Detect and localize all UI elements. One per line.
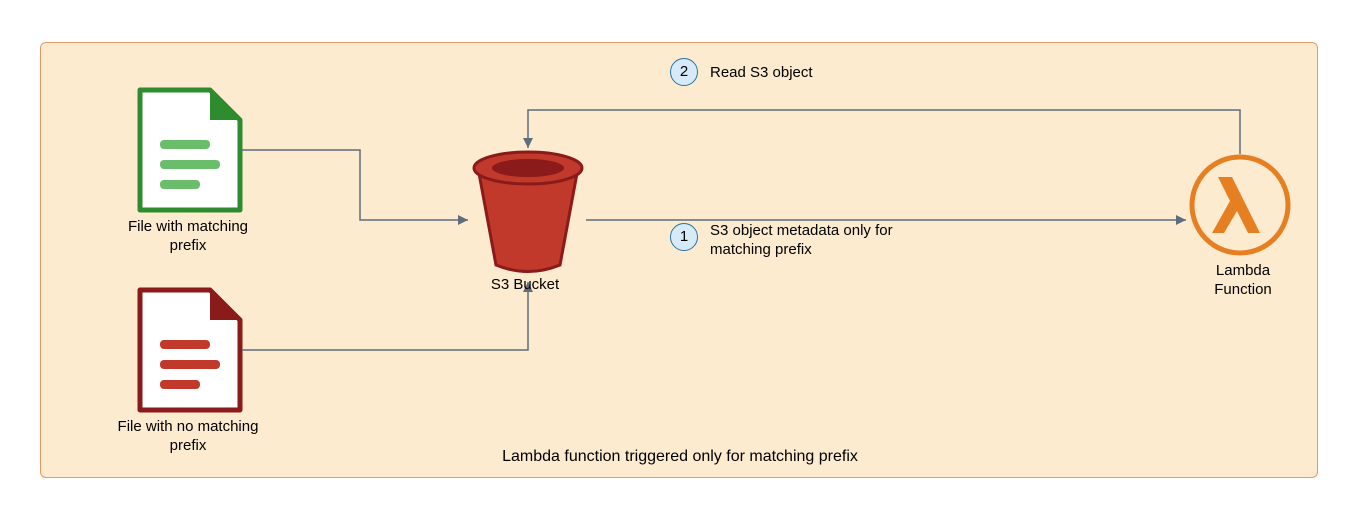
s3-bucket-label: S3 Bucket <box>460 276 590 295</box>
step-2-badge: 2 <box>670 58 698 86</box>
s3-bucket-icon <box>474 152 582 272</box>
step-2-text: Read S3 object <box>710 64 940 83</box>
step-1-badge: 1 <box>670 223 698 251</box>
file-no-matching-icon <box>140 290 240 410</box>
lambda-label: Lambda Function <box>1188 262 1298 300</box>
file-matching-icon <box>140 90 240 210</box>
diagram-stage: File with matching prefix File with no m… <box>0 0 1360 520</box>
lambda-icon <box>1192 157 1288 253</box>
arrow-lambda-to-s3 <box>528 110 1240 154</box>
arrow-matching-to-s3 <box>242 150 468 220</box>
step-1-text: S3 object metadata only for matching pre… <box>710 222 940 260</box>
diagram-caption: Lambda function triggered only for match… <box>0 448 1360 466</box>
file-matching-label: File with matching prefix <box>108 218 268 256</box>
